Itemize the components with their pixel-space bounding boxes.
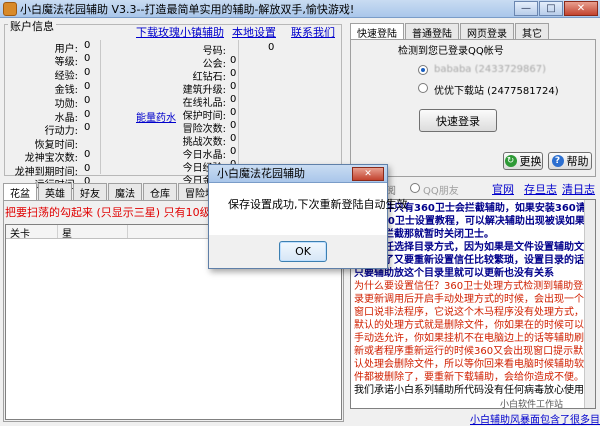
crystal-value: 0 (84, 109, 91, 120)
login-tabs: 快速登陆 普通登陆 网页登录 其它 (350, 23, 550, 41)
dialog-close-button[interactable]: ✕ (352, 167, 384, 181)
challenge-count-value: 0 (230, 133, 237, 144)
adventure-count-value: 0 (230, 120, 237, 131)
save-log-link[interactable]: 存旦志 (524, 181, 557, 197)
tab-friends[interactable]: 好友 (73, 183, 107, 200)
close-button[interactable]: ✕ (564, 1, 598, 16)
quick-login-label: 快速登录 (436, 114, 480, 128)
tab-flowerpot[interactable]: 花盆 (3, 183, 37, 201)
studio-text: 小白软件工作站 (500, 400, 564, 410)
action-points-value: 0 (84, 122, 91, 133)
dialog-body: 保存设置成功,下次重新登陆自动生效 (209, 183, 408, 235)
left-divider (100, 40, 101, 174)
clear-log-link[interactable]: 清日志 (562, 181, 595, 197)
column-stage[interactable]: 关卡 (6, 225, 58, 240)
notice-scrollbar[interactable] (584, 200, 595, 408)
exp-value: 0 (84, 67, 91, 78)
tab-warehouse[interactable]: 仓库 (143, 183, 177, 200)
dialog-message: 保存设置成功,下次重新登陆自动生效 (228, 198, 408, 211)
level-label: 等级: (54, 57, 78, 68)
money-value: 0 (84, 81, 91, 92)
notice-red: 为什么要设置信任？360卫士处理方式检测到辅助登录更新调用后开启手动处理方式的时… (354, 281, 584, 383)
notice-black: 我们承诺小白系列辅助所代码没有任何病毒放心使用! (354, 385, 589, 396)
account2-radio[interactable] (418, 83, 428, 93)
action-points-label: 行动力: (44, 126, 78, 137)
sweep-hint: 把要扫荡的勾起来 (只显示三星) 只有10级以上 (5, 206, 233, 219)
today-crystal-value: 0 (230, 146, 237, 157)
help-label: 帮助 (566, 155, 589, 168)
protect-time-value: 0 (230, 107, 237, 118)
qq-number-value: 0 (268, 42, 275, 53)
change-account-label: 更换 (519, 155, 542, 168)
right-divider (238, 40, 239, 174)
quick-login-button[interactable]: 快速登录 (419, 109, 497, 132)
local-settings-link[interactable]: 本地设置 (232, 24, 276, 40)
help-icon: ? (551, 155, 564, 167)
exp-label: 经验: (54, 71, 78, 82)
refresh-icon: ↻ (504, 155, 517, 167)
column-stars[interactable]: 星 (58, 225, 128, 240)
qq-friends-radio[interactable] (410, 183, 420, 193)
red-diamond-value: 0 (230, 68, 237, 79)
tab-other[interactable]: 其它 (515, 23, 549, 40)
dragon-treasure-label: 龙神宝次数: (24, 153, 78, 164)
guild-value: 0 (230, 55, 237, 66)
notice-blue-2: 如果信任选择目录方式，因为如果是文件设置辅助文件更新了又要重新设置信任比较繁琐，… (354, 242, 584, 279)
maximize-button[interactable]: □ (539, 1, 563, 16)
online-gift-value: 0 (230, 94, 237, 105)
contact-us-link[interactable]: 联系我们 (291, 24, 335, 40)
account-info-title: 账户信息 (8, 18, 56, 34)
dialog-ok-button[interactable]: OK (279, 241, 327, 262)
dialog-title-bar: 小白魔法花园辅助 ✕ (209, 165, 387, 183)
save-success-dialog: 小白魔法花园辅助 ✕ 保存设置成功,下次重新登陆自动生效 OK (208, 164, 408, 269)
account1-label: bababa (2433729867) (434, 64, 547, 75)
building-upgrade-value: 0 (230, 81, 237, 92)
window-controls: — □ ✕ (513, 1, 598, 16)
merit-value: 0 (84, 95, 91, 106)
dialog-title: 小白魔法花园辅助 (217, 167, 305, 180)
tab-normal-login[interactable]: 普通登陆 (405, 23, 459, 40)
dragon-treasure-value: 0 (84, 149, 91, 160)
download-rose-town-link[interactable]: 下载玫瑰小镇辅助 (136, 24, 224, 40)
money-label: 金钱: (54, 85, 78, 96)
change-account-button[interactable]: ↻ 更换 (503, 152, 543, 170)
merit-label: 功勋: (54, 99, 78, 110)
level-value: 0 (84, 53, 91, 64)
official-site-link[interactable]: 官网 (492, 181, 514, 197)
window-title: 小白魔法花园辅助 V3.3--打造最简单实用的辅助-解放双手,愉快游戏! (20, 2, 355, 16)
bottom-marquee-link[interactable]: 小白辅助风暴面包含了很多目 (470, 411, 600, 426)
qq-detected-caption: 检测到您已登录QQ帐号 (398, 46, 504, 57)
account2-label: 优优下载站 (2477581724) (434, 86, 559, 97)
title-bar: 小白魔法花园辅助 V3.3--打造最简单实用的辅助-解放双手,愉快游戏! — □… (0, 0, 600, 18)
user-value: 0 (84, 40, 91, 51)
help-button[interactable]: ? 帮助 (548, 152, 592, 170)
qq-friends-label: QQ朋友 (423, 186, 459, 197)
account1-radio[interactable] (418, 65, 428, 75)
dragon-expire-value: 0 (84, 163, 91, 174)
app-icon (3, 1, 17, 16)
tab-hero[interactable]: 英雄 (38, 183, 72, 200)
minimize-button[interactable]: — (514, 1, 538, 16)
tab-web-login[interactable]: 网页登录 (460, 23, 514, 40)
tab-magic[interactable]: 魔法 (108, 183, 142, 200)
